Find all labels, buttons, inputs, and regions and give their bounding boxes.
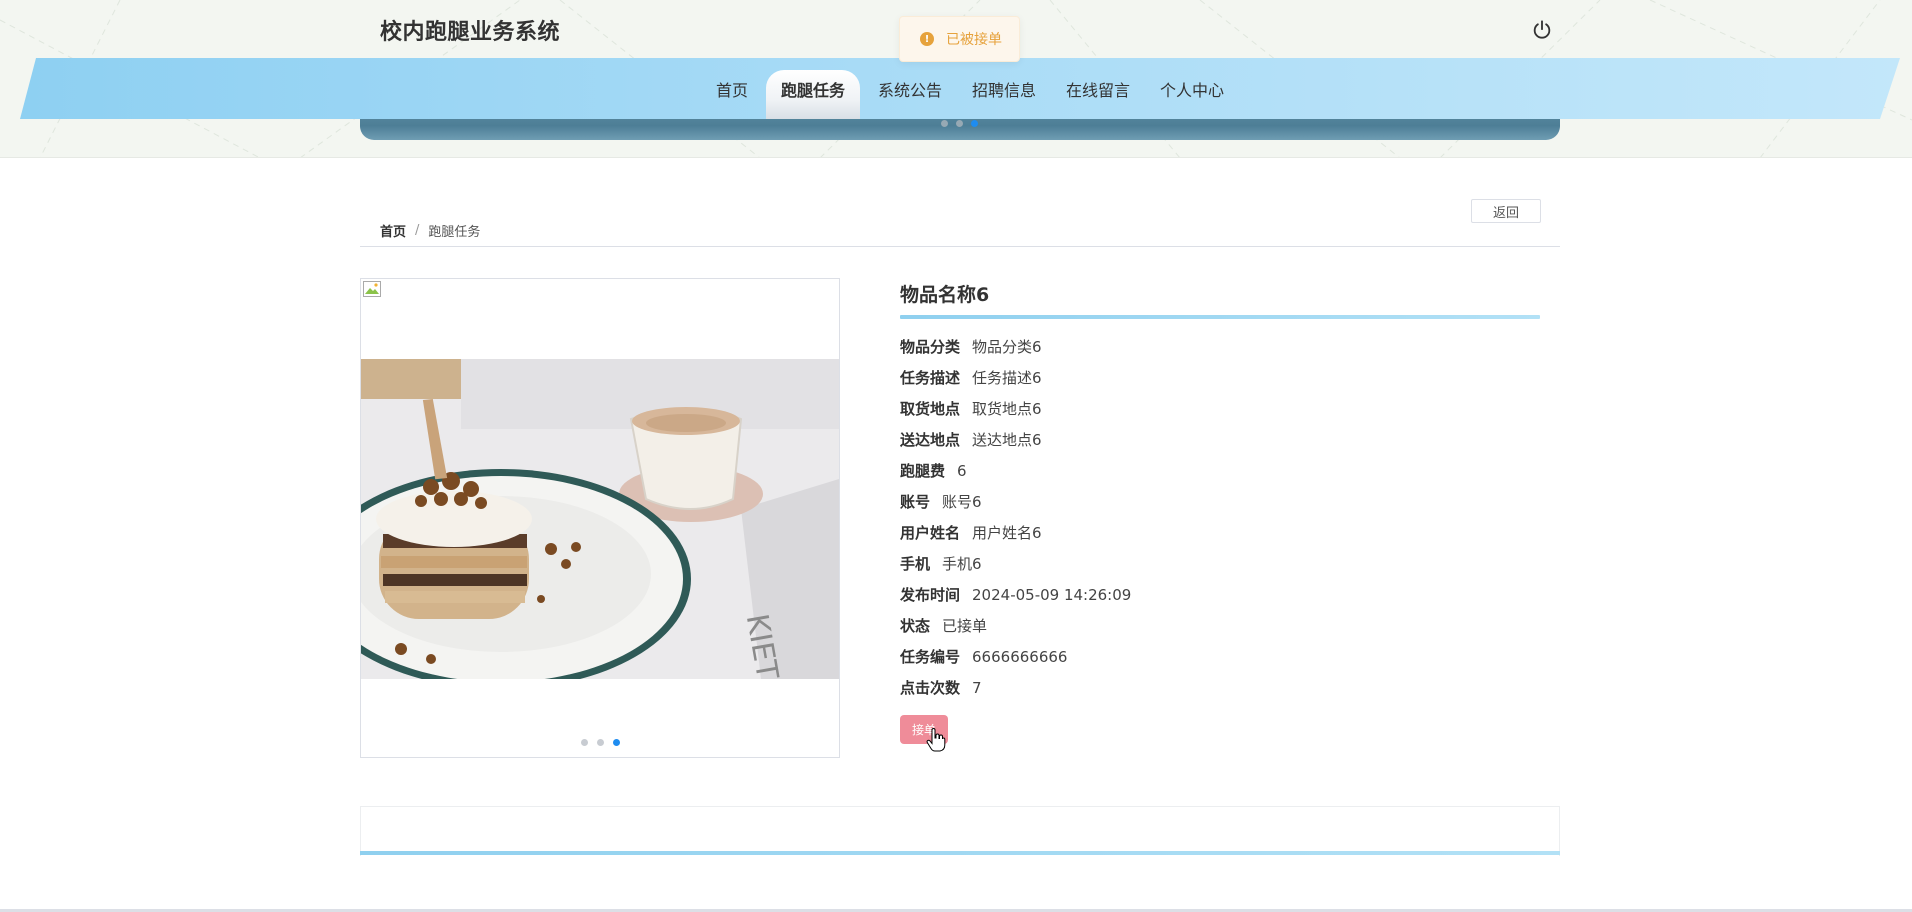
field-label: 账号 — [900, 493, 931, 511]
field-pickup-location: 取货地点 取货地点6 — [900, 393, 1131, 424]
back-button[interactable]: 返回 — [1471, 199, 1541, 223]
nav-item-recruitment[interactable]: 招聘信息 — [960, 58, 1048, 119]
logout-button[interactable] — [1528, 16, 1556, 44]
field-value: 2024-05-09 14:26:09 — [972, 585, 1132, 604]
field-publish-time: 发布时间 2024-05-09 14:26:09 — [900, 579, 1131, 610]
field-task-number: 任务编号 6666666666 — [900, 641, 1131, 672]
nav-item-profile[interactable]: 个人中心 — [1148, 58, 1236, 119]
field-label: 发布时间 — [900, 586, 961, 604]
field-value: 任务描述6 — [972, 369, 1042, 387]
field-errand-fee: 跑腿费 6 — [900, 455, 1131, 486]
banner-dot[interactable] — [956, 120, 963, 127]
image-dot[interactable] — [581, 739, 588, 746]
power-icon — [1533, 20, 1551, 39]
main-nav: 首页 跑腿任务 系统公告 招聘信息 在线留言 个人中心 — [20, 58, 1900, 119]
related-section-box — [360, 806, 1560, 856]
field-phone: 手机 手机6 — [900, 548, 1131, 579]
broken-image-icon — [363, 281, 381, 297]
field-click-count: 点击次数 7 — [900, 672, 1131, 703]
field-value: 已接单 — [942, 617, 988, 635]
item-image-carousel[interactable]: KIETONE — [360, 278, 840, 758]
detail-field-list: 物品分类 物品分类6 任务描述 任务描述6 取货地点 取货地点6 送达地点 送达… — [900, 331, 1131, 703]
image-dot-active[interactable] — [613, 739, 620, 746]
item-photo: KIETONE — [361, 359, 839, 679]
banner-dot[interactable] — [941, 120, 948, 127]
field-label: 用户姓名 — [900, 524, 961, 542]
site-title: 校内跑腿业务系统 — [380, 20, 561, 45]
field-value: 手机6 — [942, 555, 982, 573]
breadcrumb-separator: / — [415, 223, 420, 238]
field-user-name: 用户姓名 用户姓名6 — [900, 517, 1131, 548]
banner-dot-active[interactable] — [971, 120, 978, 127]
field-value: 账号6 — [942, 493, 982, 511]
field-label: 跑腿费 — [900, 462, 946, 480]
field-value: 取货地点6 — [972, 400, 1042, 418]
field-label: 任务描述 — [900, 369, 961, 387]
field-label: 手机 — [900, 555, 931, 573]
image-indicator — [581, 739, 620, 746]
field-status: 状态 已接单 — [900, 610, 1131, 641]
item-title: 物品名称6 — [900, 284, 990, 306]
warning-circle-icon: ! — [920, 32, 934, 46]
section-underline — [360, 851, 1560, 855]
field-value: 用户姓名6 — [972, 524, 1042, 542]
breadcrumb: 首页 / 跑腿任务 — [380, 221, 480, 240]
field-delivery-location: 送达地点 送达地点6 — [900, 424, 1131, 455]
title-underline — [900, 315, 1540, 319]
field-value: 物品分类6 — [972, 338, 1042, 356]
hand-cursor-icon — [926, 728, 946, 752]
image-dot[interactable] — [597, 739, 604, 746]
toast-message: 已被接单 — [946, 32, 1002, 48]
field-value: 送达地点6 — [972, 431, 1042, 449]
field-label: 状态 — [900, 617, 931, 635]
nav-item-messages[interactable]: 在线留言 — [1054, 58, 1142, 119]
field-value: 6666666666 — [972, 647, 1068, 666]
toast-notification: ! 已被接单 — [899, 16, 1020, 62]
field-category: 物品分类 物品分类6 — [900, 331, 1131, 362]
field-value: 7 — [972, 678, 982, 697]
breadcrumb-current: 跑腿任务 — [428, 225, 481, 240]
field-label: 点击次数 — [900, 679, 961, 697]
field-label: 取货地点 — [900, 400, 961, 418]
nav-item-announcements[interactable]: 系统公告 — [866, 58, 954, 119]
field-account: 账号 账号6 — [900, 486, 1131, 517]
divider — [360, 246, 1560, 247]
field-description: 任务描述 任务描述6 — [900, 362, 1131, 393]
field-label: 送达地点 — [900, 431, 961, 449]
banner-indicator — [941, 120, 978, 127]
field-value: 6 — [957, 461, 967, 480]
field-label: 任务编号 — [900, 648, 961, 666]
breadcrumb-home[interactable]: 首页 — [380, 221, 406, 240]
nav-item-home[interactable]: 首页 — [704, 58, 760, 119]
nav-item-errand-tasks[interactable]: 跑腿任务 — [765, 70, 860, 119]
field-label: 物品分类 — [900, 338, 961, 356]
